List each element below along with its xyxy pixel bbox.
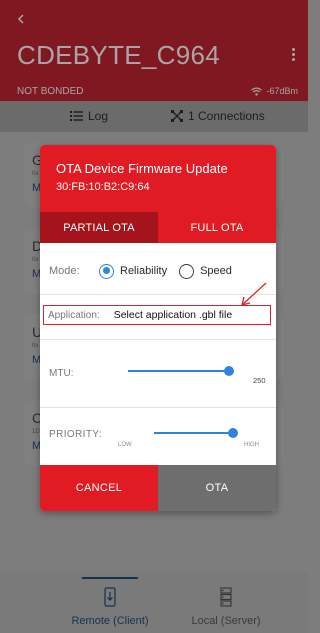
speed-radio[interactable] (179, 263, 195, 279)
rssi-indicator: -67dBm (251, 86, 298, 96)
more-options-icon[interactable] (292, 48, 296, 62)
cancel-button[interactable]: CANCEL (40, 465, 158, 511)
tab-full-ota[interactable]: FULL OTA (158, 212, 276, 243)
app-header: CDEBYTE_C964 NOT BONDED -67dBm (0, 0, 308, 101)
application-selector[interactable]: Application: Select application .gbl fil… (43, 305, 271, 325)
priority-high-label: HIGH (244, 442, 259, 448)
tab-partial-ota[interactable]: PARTIAL OTA (40, 212, 158, 243)
mtu-label: MTU: (49, 368, 74, 379)
nav-remote-client[interactable]: Remote (Client) (52, 587, 168, 629)
mtu-slider-track (128, 370, 229, 372)
device-name: CDEBYTE_C964 (17, 40, 221, 70)
speed-label[interactable]: Speed (200, 265, 232, 277)
tab-strip (40, 203, 276, 212)
reliability-label[interactable]: Reliability (120, 265, 167, 277)
priority-slider-knob[interactable] (228, 428, 238, 438)
priority-slider[interactable] (154, 425, 238, 441)
divider (40, 294, 276, 295)
bond-status: NOT BONDED (17, 86, 84, 97)
service-card-sub: 0x (32, 257, 39, 263)
bottom-navigation: Remote (Client) Local (Server) (0, 573, 308, 633)
back-arrow-icon[interactable] (16, 14, 26, 24)
priority-low-label: LOW (118, 442, 132, 448)
tab-log-label: Log (88, 109, 109, 123)
ota-button[interactable]: OTA (158, 465, 276, 511)
nav-local-label: Local (Server) (191, 615, 261, 627)
divider (40, 339, 276, 340)
service-card-sub: 0x (32, 171, 39, 177)
nav-remote-label: Remote (Client) (71, 615, 149, 627)
tab-connections-label: 1 Connections (188, 109, 265, 123)
device-address: 30:FB:10:B2:C9:64 (56, 181, 150, 193)
reliability-radio[interactable] (99, 263, 114, 279)
dialog-header: OTA Device Firmware Update 30:FB:10:B2:C… (40, 145, 276, 203)
tab-connections[interactable]: 1 Connections (171, 109, 265, 123)
select-application-button[interactable]: Select application .gbl file (114, 309, 233, 321)
priority-slider-track (154, 432, 233, 434)
ota-dialog: OTA Device Firmware Update 30:FB:10:B2:C… (40, 145, 276, 511)
divider (40, 407, 276, 408)
service-card-sub: 0x (32, 343, 39, 349)
dialog-title: OTA Device Firmware Update (56, 161, 228, 176)
mode-label: Mode: (49, 265, 80, 277)
mode-row: Mode: Reliability Speed (49, 263, 269, 279)
rssi-value: -67dBm (266, 86, 298, 96)
nav-local-server[interactable]: Local (Server) (178, 587, 274, 629)
server-icon (220, 587, 232, 607)
phone-icon (104, 587, 116, 607)
mtu-slider-knob[interactable] (224, 366, 234, 376)
priority-label: PRIORITY: (49, 429, 103, 440)
tab-log[interactable]: Log (70, 109, 108, 123)
app-tabs: Log 1 Connections (0, 101, 308, 132)
nav-active-indicator (82, 577, 138, 579)
mtu-slider[interactable] (128, 363, 234, 379)
service-card-sub: 1D (32, 429, 40, 435)
list-icon (70, 111, 83, 121)
application-label: Application: (48, 309, 100, 321)
wifi-signal-icon (251, 87, 263, 96)
connections-icon (171, 110, 183, 122)
mtu-value: 250 (253, 376, 266, 385)
